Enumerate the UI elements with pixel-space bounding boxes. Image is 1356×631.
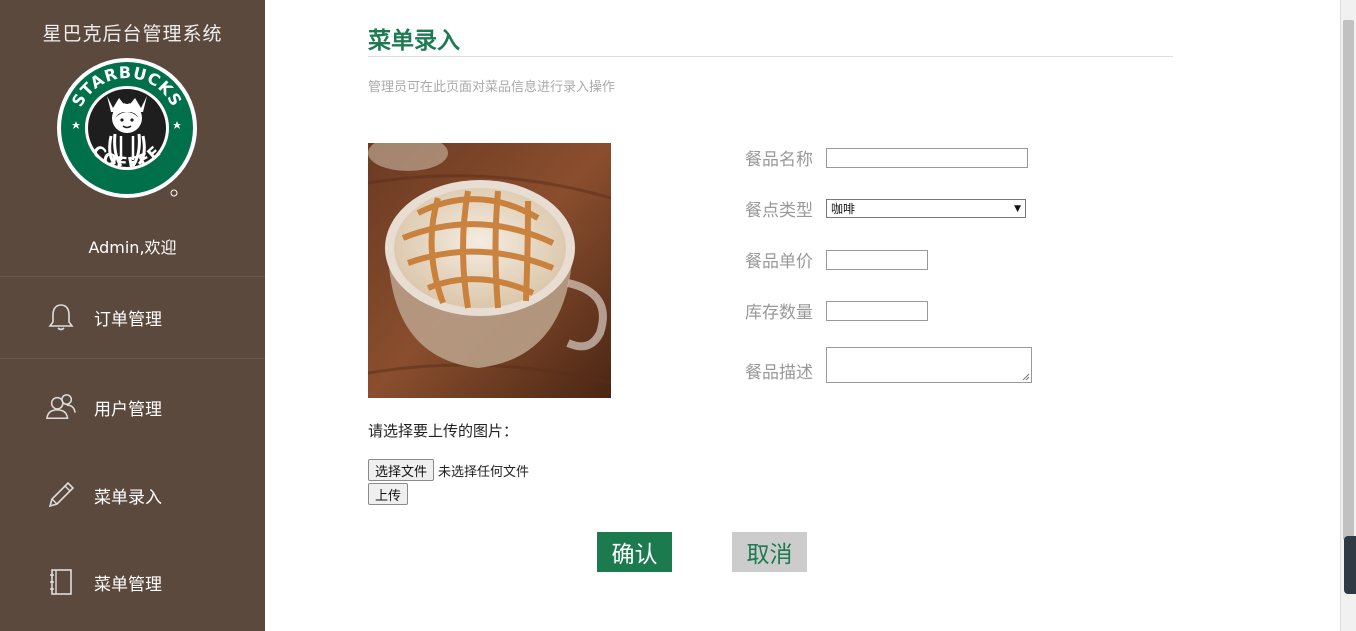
system-title: 星巴克后台管理系统 [42, 23, 223, 45]
choose-file-button[interactable]: 选择文件 [368, 459, 435, 481]
upload-button[interactable]: 上传 [368, 483, 409, 505]
sidebar-item-users[interactable]: 用户管理 [0, 390, 265, 424]
type-label: 餐点类型 [745, 201, 813, 221]
stock-label: 库存数量 [745, 303, 813, 323]
bell-icon [46, 302, 76, 332]
product-image-preview [368, 143, 611, 398]
page-description: 管理员可在此页面对菜品信息进行录入操作 [368, 80, 616, 95]
price-input[interactable] [826, 249, 928, 270]
desc-label: 餐品描述 [745, 363, 813, 383]
form-row-type: 餐点类型 咖啡 ▼ [745, 196, 1026, 221]
form-row-desc: 餐品描述 [745, 347, 1032, 383]
notebook-icon [46, 567, 76, 597]
page-title: 菜单录入 [368, 28, 460, 54]
upload-prompt: 请选择要上传的图片： [368, 422, 519, 440]
nav-divider [0, 276, 265, 277]
sidebar-item-label: 订单管理 [94, 309, 162, 330]
scrollbar-thumb[interactable] [1343, 20, 1354, 540]
no-file-text: 未选择任何文件 [438, 464, 530, 480]
sidebar-item-label: 用户管理 [94, 399, 162, 420]
desc-textarea[interactable] [826, 347, 1032, 383]
name-input[interactable] [826, 147, 1028, 168]
type-select[interactable]: 咖啡 ▼ [826, 199, 1026, 218]
title-divider [368, 56, 1173, 57]
nav-divider [0, 358, 265, 359]
pencil-icon [46, 480, 76, 510]
form-row-price: 餐品单价 [745, 247, 928, 272]
stock-input[interactable] [826, 300, 928, 321]
side-widget-icon[interactable] [1344, 536, 1356, 594]
users-icon [46, 392, 76, 422]
sidebar-item-menu-manage[interactable]: 菜单管理 [0, 565, 265, 599]
starbucks-logo: STARBUCKS COFFEE [55, 56, 200, 201]
sidebar: 星巴克后台管理系统 STARBUCKS COFFEE Admin,欢迎 订单管理… [0, 0, 265, 631]
name-label: 餐品名称 [745, 150, 813, 170]
resize-handle-icon[interactable] [1022, 373, 1030, 381]
file-chooser: 选择文件 未选择任何文件 [368, 459, 529, 481]
cancel-button[interactable]: 取消 [732, 532, 807, 572]
form-row-stock: 库存数量 [745, 298, 928, 323]
type-select-value: 咖啡 [831, 202, 856, 216]
sidebar-item-orders[interactable]: 订单管理 [0, 300, 265, 334]
confirm-button[interactable]: 确认 [597, 532, 672, 572]
sidebar-item-label: 菜单管理 [94, 574, 162, 595]
chevron-down-icon: ▼ [1014, 203, 1021, 214]
price-label: 餐品单价 [745, 252, 813, 272]
welcome-text: Admin,欢迎 [88, 238, 177, 257]
sidebar-item-label: 菜单录入 [94, 487, 162, 508]
main-content: 菜单录入 管理员可在此页面对菜品信息进行录入操作 请选择要上传的图片： 选择文件… [265, 0, 1340, 631]
form-row-name: 餐品名称 [745, 145, 1028, 170]
sidebar-item-menu-entry[interactable]: 菜单录入 [0, 478, 265, 512]
